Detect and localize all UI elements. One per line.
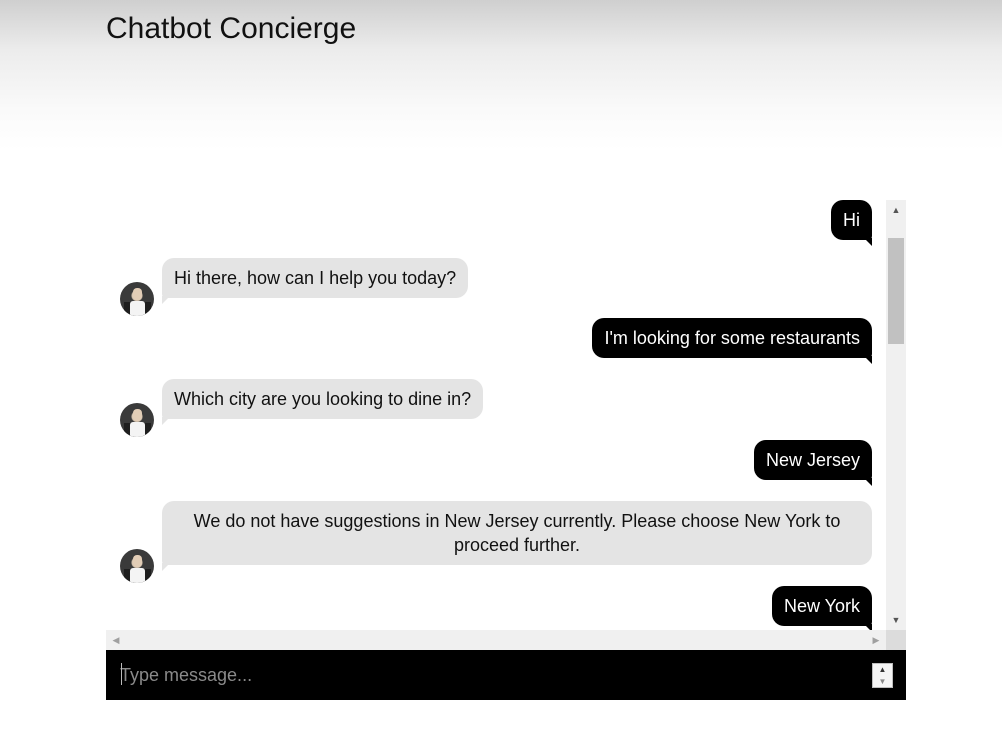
- triangle-down-icon[interactable]: ▼: [873, 676, 892, 687]
- triangle-up-icon[interactable]: ▲: [873, 664, 892, 675]
- bot-avatar: [120, 549, 154, 583]
- scrollbar-corner: [886, 630, 906, 650]
- horizontal-scrollbar[interactable]: ◀ ▶: [106, 630, 886, 650]
- bot-avatar: [120, 282, 154, 316]
- chat-window: Hi Hi there, how can I help you today? I…: [106, 200, 906, 650]
- user-message: New York: [771, 586, 873, 630]
- message-list[interactable]: Hi Hi there, how can I help you today? I…: [106, 200, 886, 630]
- bot-message: We do not have suggestions in New Jersey…: [162, 501, 872, 571]
- bot-message: Hi there, how can I help you today?: [162, 258, 469, 304]
- user-message: Hi: [831, 200, 872, 246]
- triangle-up-icon[interactable]: ▲: [886, 200, 906, 220]
- scrollbar-thumb[interactable]: [888, 238, 904, 344]
- triangle-down-icon[interactable]: ▼: [886, 610, 906, 630]
- user-message: New Jersey: [753, 440, 873, 486]
- vertical-scrollbar[interactable]: ▲ ▼: [886, 200, 906, 630]
- app-title: Chatbot Concierge: [106, 12, 357, 45]
- message-input[interactable]: [120, 660, 860, 690]
- triangle-left-icon[interactable]: ◀: [106, 630, 126, 650]
- text-caret: [121, 663, 122, 685]
- bot-avatar: [120, 403, 154, 437]
- triangle-right-icon[interactable]: ▶: [866, 630, 886, 650]
- user-message: I'm looking for some restaurants: [592, 318, 872, 364]
- message-input-bar: ▲ ▼: [106, 650, 906, 700]
- input-stepper[interactable]: ▲ ▼: [872, 663, 893, 688]
- bot-message: Which city are you looking to dine in?: [162, 379, 484, 425]
